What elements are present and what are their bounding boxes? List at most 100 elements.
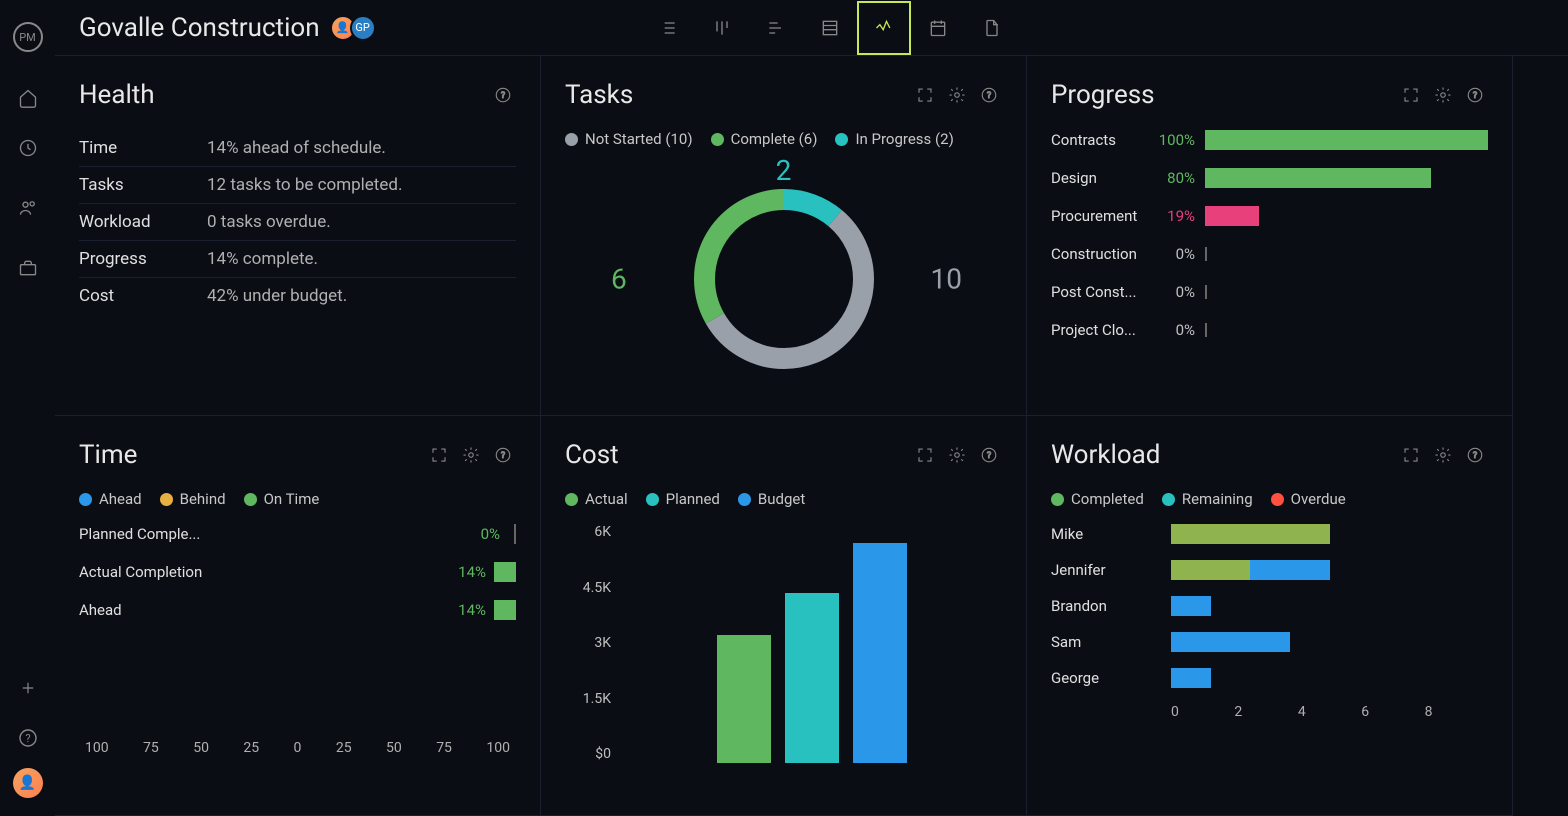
time-title: Time — [79, 440, 420, 470]
axis-tick: 50 — [386, 740, 402, 756]
expand-icon[interactable] — [912, 442, 938, 468]
time-axis: 1007550250255075100 — [79, 740, 516, 756]
expand-icon[interactable] — [1398, 442, 1424, 468]
time-pct: 14% — [458, 601, 486, 619]
workload-row: Jennifer — [1051, 560, 1488, 580]
legend-label: Ahead — [99, 490, 142, 508]
legend-label: Planned — [666, 490, 720, 508]
legend-item: Planned — [646, 490, 720, 508]
workload-name: Mike — [1051, 525, 1171, 543]
progress-row: Contracts100% — [1051, 130, 1488, 150]
svg-text:?: ? — [501, 451, 505, 461]
gear-icon[interactable] — [1430, 82, 1456, 108]
legend-item: Ahead — [79, 490, 142, 508]
svg-text:?: ? — [987, 451, 991, 461]
progress-title: Progress — [1051, 80, 1392, 110]
progress-tick — [1205, 285, 1207, 299]
legend-label: Complete (6) — [731, 130, 818, 148]
progress-pct: 0% — [1149, 245, 1195, 263]
tab-list[interactable] — [641, 1, 695, 55]
time-pct: 14% — [458, 563, 486, 581]
progress-row: Post Const...0% — [1051, 282, 1488, 302]
axis-tick: 0 — [294, 740, 302, 756]
panel-workload: Workload ? CompletedRemainingOverdue Mik… — [1027, 416, 1513, 816]
help-icon[interactable]: ? — [976, 82, 1002, 108]
panel-time: Time ? AheadBehindOn Time Planned Comple… — [55, 416, 541, 816]
help-icon[interactable]: ? — [490, 442, 516, 468]
user-avatar[interactable]: 👤 — [13, 768, 43, 798]
time-name: Actual Completion — [79, 563, 209, 581]
legend-item: On Time — [244, 490, 320, 508]
legend-label: Actual — [585, 490, 628, 508]
health-value: 0 tasks overdue. — [207, 212, 331, 232]
panel-tasks: Tasks ? Not Started (10)Complete (6)In P… — [541, 56, 1027, 416]
workload-bar — [1171, 668, 1488, 688]
legend-item: Actual — [565, 490, 628, 508]
legend-item: In Progress (2) — [835, 130, 953, 148]
tab-file[interactable] — [965, 1, 1019, 55]
expand-icon[interactable] — [912, 82, 938, 108]
briefcase-icon[interactable] — [8, 248, 48, 288]
health-row: Tasks12 tasks to be completed. — [79, 167, 516, 204]
gear-icon[interactable] — [944, 442, 970, 468]
workload-bar — [1171, 632, 1488, 652]
expand-icon[interactable] — [1398, 82, 1424, 108]
app-logo[interactable]: PM — [13, 22, 43, 52]
member-avatars[interactable]: 👤 GP — [336, 15, 376, 41]
help-icon[interactable]: ? — [8, 718, 48, 758]
time-bar — [494, 600, 516, 620]
tab-board[interactable] — [695, 1, 749, 55]
legend-label: In Progress (2) — [855, 130, 953, 148]
team-icon[interactable] — [8, 188, 48, 228]
help-icon[interactable]: ? — [1462, 442, 1488, 468]
panel-progress: Progress ? Contracts100%Design80%Procure… — [1027, 56, 1513, 416]
tab-dashboard[interactable] — [857, 1, 911, 55]
axis-tick: $0 — [595, 746, 611, 762]
gear-icon[interactable] — [1430, 442, 1456, 468]
member-avatar-2[interactable]: GP — [350, 15, 376, 41]
tab-gantt[interactable] — [749, 1, 803, 55]
legend-label: Not Started (10) — [585, 130, 693, 148]
axis-tick: 4 — [1298, 704, 1361, 720]
progress-name: Project Clo... — [1051, 321, 1149, 339]
legend-item: Remaining — [1162, 490, 1253, 508]
legend-dot — [738, 493, 751, 506]
add-icon[interactable] — [8, 668, 48, 708]
tab-sheet[interactable] — [803, 1, 857, 55]
gear-icon[interactable] — [944, 82, 970, 108]
health-label: Time — [79, 138, 207, 158]
health-label: Workload — [79, 212, 207, 232]
progress-row: Design80% — [1051, 168, 1488, 188]
workload-row: Sam — [1051, 632, 1488, 652]
legend-dot — [1271, 493, 1284, 506]
progress-name: Post Const... — [1051, 283, 1149, 301]
axis-tick: 6K — [594, 524, 611, 540]
axis-tick: 3K — [594, 635, 611, 651]
health-label: Tasks — [79, 175, 207, 195]
progress-name: Design — [1051, 169, 1149, 187]
legend-item: Complete (6) — [711, 130, 818, 148]
help-icon[interactable]: ? — [490, 82, 516, 108]
legend-label: On Time — [264, 490, 320, 508]
svg-text:?: ? — [25, 732, 30, 745]
donut-label-complete: 6 — [611, 263, 627, 296]
legend-item: Completed — [1051, 490, 1144, 508]
health-value: 42% under budget. — [207, 286, 347, 306]
panel-health: Health ? Time14% ahead of schedule.Tasks… — [55, 56, 541, 416]
gear-icon[interactable] — [458, 442, 484, 468]
axis-tick: 8 — [1425, 704, 1488, 720]
progress-track — [1205, 320, 1488, 340]
help-icon[interactable]: ? — [976, 442, 1002, 468]
legend-dot — [1051, 493, 1064, 506]
progress-name: Construction — [1051, 245, 1149, 263]
expand-icon[interactable] — [426, 442, 452, 468]
axis-tick: 1.5K — [583, 691, 611, 707]
tab-calendar[interactable] — [911, 1, 965, 55]
help-icon[interactable]: ? — [1462, 82, 1488, 108]
progress-name: Contracts — [1051, 131, 1149, 149]
home-icon[interactable] — [8, 78, 48, 118]
axis-tick: 2 — [1234, 704, 1297, 720]
clock-icon[interactable] — [8, 128, 48, 168]
progress-bar — [1205, 130, 1488, 150]
workload-row: George — [1051, 668, 1488, 688]
